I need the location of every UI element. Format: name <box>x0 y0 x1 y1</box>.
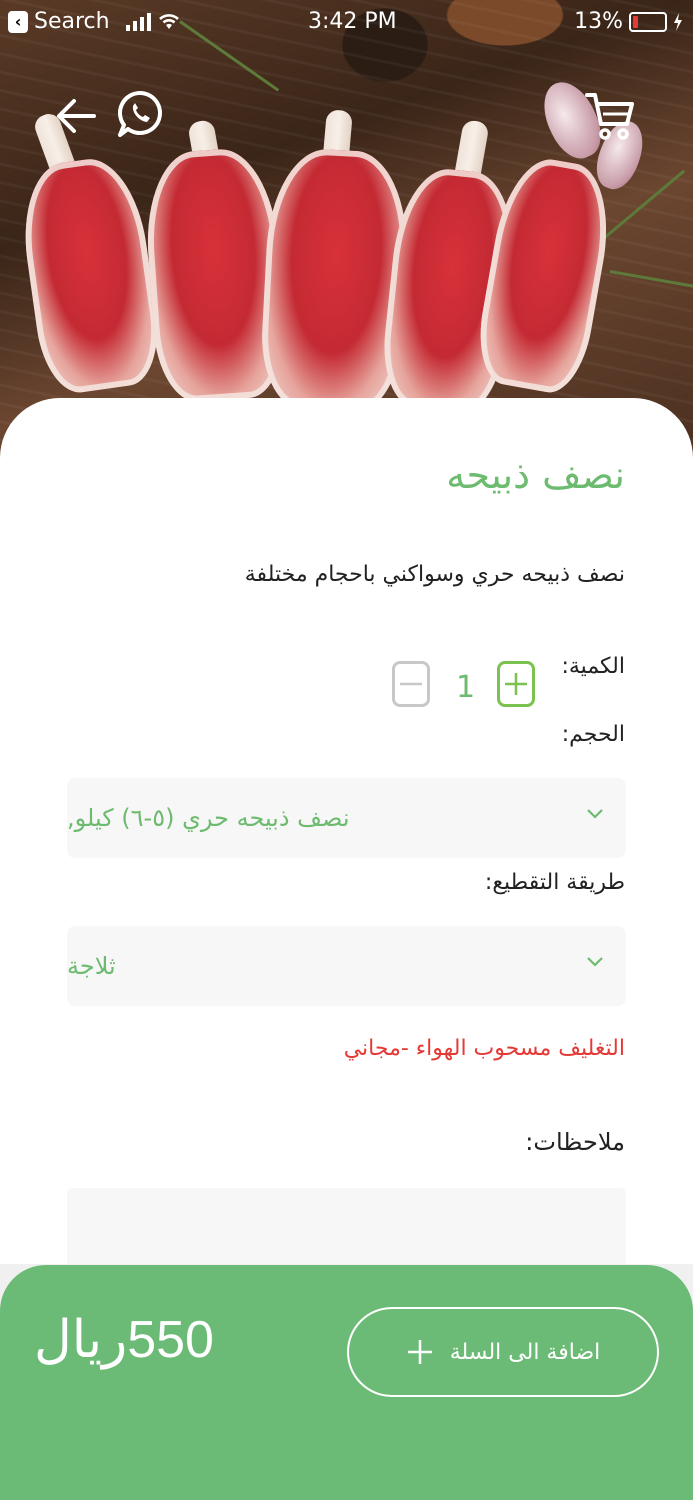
cutting-label: طريقة التقطيع: <box>484 870 625 895</box>
minus-icon <box>400 682 422 686</box>
size-dropdown[interactable]: نصف ذبيحه حري (٥-٦) كيلو, <box>67 778 626 858</box>
add-to-cart-button[interactable]: اضافة الى السلة <box>347 1307 659 1397</box>
charging-icon <box>674 12 682 31</box>
product-title: نصف ذبيحه <box>446 453 625 497</box>
chevron-down-icon <box>587 957 603 967</box>
product-description: نصف ذبيحه حري وسواكني باحجام مختلفة <box>244 562 625 587</box>
whatsapp-button[interactable] <box>116 89 164 145</box>
packaging-note: التغليف مسحوب الهواء -مجاني <box>343 1036 625 1061</box>
arrow-left-icon <box>57 99 96 133</box>
whatsapp-icon <box>118 91 162 137</box>
signal-icon <box>125 12 151 31</box>
status-bar: ‹ Search 3:42 PM 13% <box>0 0 693 42</box>
battery-percent: 13% <box>574 9 623 34</box>
quantity-label: الكمية: <box>561 654 625 679</box>
product-image <box>0 0 693 460</box>
plus-icon <box>505 673 527 695</box>
quantity-value: 1 <box>456 670 476 705</box>
status-time: 3:42 PM <box>308 9 397 34</box>
cutting-dropdown[interactable]: ثلاجة <box>67 926 626 1006</box>
chevron-down-icon <box>587 809 603 819</box>
quantity-decrease-button[interactable] <box>392 661 430 707</box>
plus-icon <box>407 1340 432 1364</box>
back-app-label[interactable]: Search <box>34 9 110 34</box>
add-to-cart-label: اضافة الى السلة <box>449 1339 601 1365</box>
quantity-increase-button[interactable] <box>497 661 535 707</box>
cart-button[interactable] <box>585 90 635 146</box>
back-button[interactable] <box>54 94 98 142</box>
cutting-selected-value: ثلاجة <box>67 952 116 980</box>
battery-icon <box>629 11 667 32</box>
price-total: 550ريال <box>34 1311 214 1369</box>
notes-label: ملاحظات: <box>525 1128 625 1156</box>
wifi-icon <box>158 13 179 29</box>
back-app-icon[interactable]: ‹ <box>8 10 28 33</box>
size-label: الحجم: <box>561 722 625 747</box>
cart-icon <box>585 93 634 140</box>
size-selected-value: نصف ذبيحه حري (٥-٦) كيلو, <box>67 804 350 832</box>
